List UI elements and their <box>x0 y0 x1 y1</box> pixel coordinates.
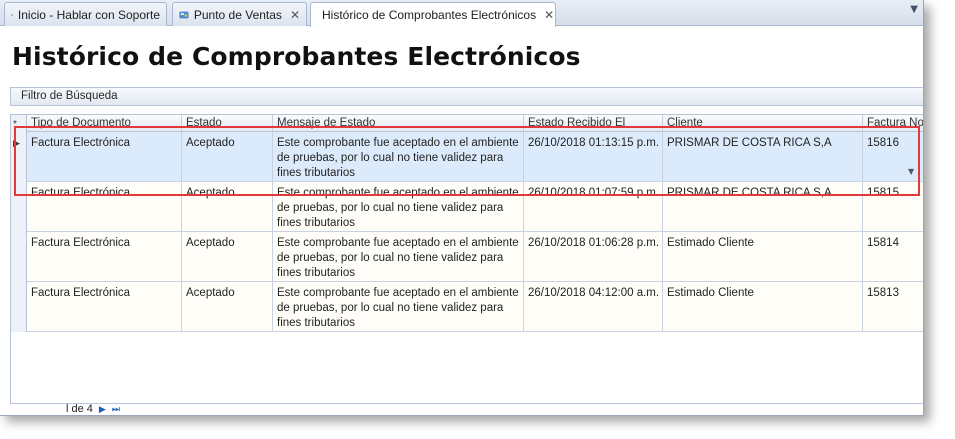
next-page-icon[interactable]: ▶ <box>99 404 106 415</box>
table-row[interactable]: Factura Electrónica Aceptado Este compro… <box>11 232 923 282</box>
cell-estado: Aceptado <box>182 282 273 332</box>
cell-estado: Aceptado <box>182 132 273 182</box>
column-header-recibido[interactable]: Estado Recibido El <box>524 115 663 132</box>
column-header-tipo[interactable]: Tipo de Documento <box>27 115 182 132</box>
tab-label: Inicio - Hablar con Soporte <box>17 7 160 22</box>
cell-cliente: Estimado Cliente <box>663 282 863 332</box>
table-row[interactable]: Factura Electrónica Aceptado Este compro… <box>11 282 923 332</box>
cell-recibido: 26/10/2018 01:06:28 p.m. <box>524 232 663 282</box>
app-window: Inicio - Hablar con Soporte Punto de Ven… <box>0 0 924 416</box>
tab-overflow-icon[interactable]: ▼ <box>910 4 918 15</box>
column-header-mensaje[interactable]: Mensaje de Estado <box>273 115 524 132</box>
cell-mensaje: Este comprobante fue aceptado en el ambi… <box>273 232 524 282</box>
header-corner: * <box>11 115 27 132</box>
pager-info: l de 4 <box>66 403 93 415</box>
tab-strip: Inicio - Hablar con Soporte Punto de Ven… <box>0 0 923 27</box>
new-row-indicator: * <box>13 119 17 130</box>
grid-header: * Tipo de Documento Estado Mensaje de Es… <box>11 115 923 132</box>
cell-tipo: Factura Electrónica <box>27 132 182 182</box>
cell-tipo: Factura Electrónica <box>27 282 182 332</box>
row-selector[interactable]: ▶ <box>11 132 27 182</box>
grid-pager: l de 4 ▶ ⏭ <box>10 402 120 415</box>
cell-mensaje: Este comprobante fue aceptado en el ambi… <box>273 282 524 332</box>
home-icon <box>11 13 13 16</box>
close-icon[interactable]: ✕ <box>544 8 554 22</box>
cell-recibido: 26/10/2018 01:07:59 p.m. <box>524 182 663 232</box>
search-filter-panel[interactable]: Filtro de Búsqueda <box>10 87 923 106</box>
cell-mensaje: Este comprobante fue aceptado en el ambi… <box>273 132 524 182</box>
cell-cliente: Estimado Cliente <box>663 232 863 282</box>
tab-label: Histórico de Comprobantes Electrónicos <box>322 8 537 22</box>
close-icon[interactable]: ✕ <box>290 8 300 22</box>
comprobantes-grid: * Tipo de Documento Estado Mensaje de Es… <box>10 114 923 404</box>
cell-factura: 15815 <box>867 187 899 199</box>
cell-estado: Aceptado <box>182 182 273 232</box>
cell-mensaje: Este comprobante fue aceptado en el ambi… <box>273 182 524 232</box>
column-header-estado[interactable]: Estado <box>182 115 273 132</box>
cell-factura: 15816 <box>867 137 899 149</box>
tab-historico-comprobantes[interactable]: Histórico de Comprobantes Electrónicos ✕ <box>310 2 556 27</box>
row-selector[interactable] <box>11 232 27 282</box>
cell-tipo: Factura Electrónica <box>27 232 182 282</box>
cell-estado: Aceptado <box>182 232 273 282</box>
last-page-icon[interactable]: ⏭ <box>112 404 120 415</box>
tab-punto-de-ventas[interactable]: Punto de Ventas ✕ <box>172 2 307 26</box>
tab-label: Punto de Ventas <box>193 7 282 22</box>
cell-factura: 15813 <box>867 287 899 299</box>
cell-tipo: Factura Electrónica <box>27 182 182 232</box>
table-row[interactable]: ▶ Factura Electrónica Aceptado Este comp… <box>11 132 923 182</box>
cell-recibido: 26/10/2018 01:13:15 p.m. <box>524 132 663 182</box>
row-selector[interactable] <box>11 182 27 232</box>
column-header-factura[interactable]: Factura No <box>863 115 923 132</box>
cell-cliente: PRISMAR DE COSTA RICA S,A <box>663 132 863 182</box>
table-row[interactable]: Factura Electrónica Aceptado Este compro… <box>11 182 923 232</box>
tab-inicio-soporte[interactable]: Inicio - Hablar con Soporte <box>4 2 167 26</box>
column-header-cliente[interactable]: Cliente <box>663 115 863 132</box>
scroll-down-icon[interactable]: ▼ <box>908 167 914 176</box>
row-selector[interactable] <box>11 282 27 332</box>
page-title: Histórico de Comprobantes Electrónicos <box>12 42 581 71</box>
cashier-icon <box>179 11 189 18</box>
cell-factura: 15814 <box>867 237 899 249</box>
cell-cliente: PRISMAR DE COSTA RICA S,A <box>663 182 863 232</box>
current-row-icon: ▶ <box>13 138 20 148</box>
cell-recibido: 26/10/2018 04:12:00 a.m. <box>524 282 663 332</box>
